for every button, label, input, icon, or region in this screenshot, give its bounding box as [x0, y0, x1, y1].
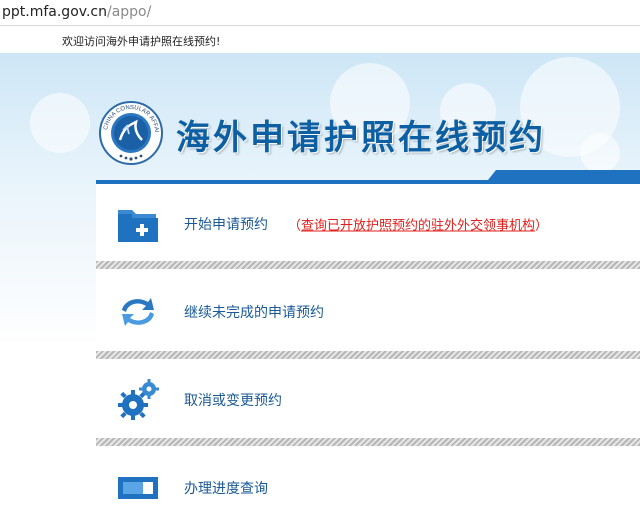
site-title: 海外申请护照在线预约: [176, 118, 546, 158]
url-text[interactable]: ppt.mfa.gov.cn/appo/: [2, 4, 151, 20]
menu-item-cancel-or-change[interactable]: 取消或变更预约: [96, 360, 640, 440]
menu-item-progress-query[interactable]: 办理进度查询: [96, 448, 640, 528]
url-host: ppt.mfa.gov.cn: [2, 4, 107, 20]
menu-item-continue-application[interactable]: 继续未完成的申请预约: [96, 272, 640, 352]
open-consulates-link[interactable]: （查询已开放护照预约的驻外外交领事机构）: [288, 215, 548, 234]
menu-item-label: 开始申请预约: [184, 217, 268, 233]
menu-item-label: 取消或变更预约: [184, 393, 282, 409]
welcome-bar: 欢迎访问海外申请护照在线预约!: [0, 27, 640, 53]
welcome-text: 欢迎访问海外申请护照在线预约!: [62, 35, 221, 48]
menu-item-label: 继续未完成的申请预约: [184, 305, 324, 321]
menu-item-start-application[interactable]: 开始申请预约 （查询已开放护照预约的驻外外交领事机构）: [96, 184, 640, 264]
menu-item-label: 办理进度查询: [184, 481, 268, 497]
gears-icon: [118, 379, 159, 420]
refresh-arrows-icon: [122, 298, 154, 326]
section-divider: [96, 351, 640, 359]
note-link-text: 查询已开放护照预约的驻外外交领事机构: [301, 218, 536, 234]
url-path: /appo/: [106, 4, 152, 20]
consular-affairs-logo: CHINA CONSULAR AFFAIRS: [98, 100, 163, 165]
address-bar[interactable]: ppt.mfa.gov.cn/appo/: [0, 0, 640, 26]
decor-bubble: [30, 93, 90, 153]
note-close-paren: ）: [535, 218, 549, 234]
folder-add-icon: [118, 210, 158, 242]
note-open-paren: （: [288, 218, 302, 234]
section-divider: [96, 261, 640, 269]
progress-bar-icon: [118, 477, 158, 499]
title-stripe: [96, 170, 640, 184]
decor-bubble: [580, 133, 620, 173]
section-divider: [96, 438, 640, 446]
